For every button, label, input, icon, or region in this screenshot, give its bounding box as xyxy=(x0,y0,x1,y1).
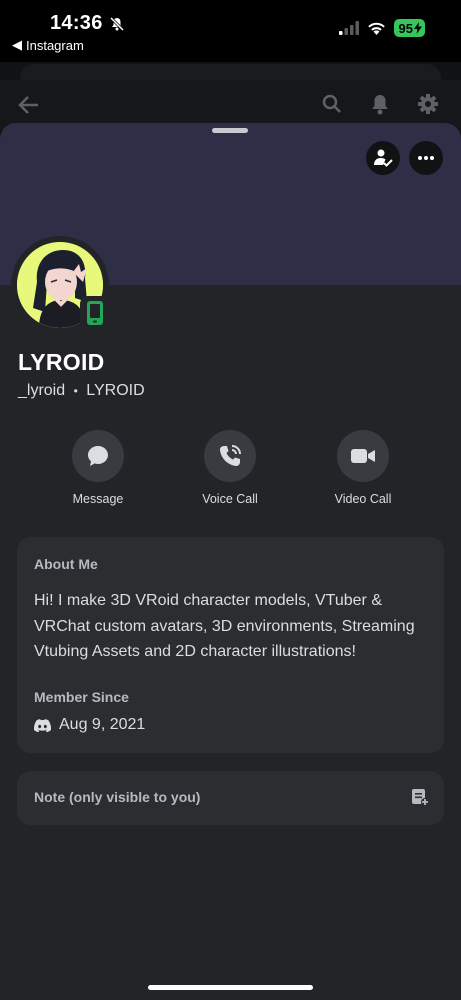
phone-icon xyxy=(220,445,241,466)
back-to-app-link[interactable]: ◀ Instagram xyxy=(12,37,84,53)
home-indicator[interactable] xyxy=(148,985,313,990)
video-call-action[interactable]: Video Call xyxy=(308,430,418,506)
avatar-container[interactable] xyxy=(11,236,110,334)
video-icon xyxy=(351,449,375,463)
more-options-button[interactable] xyxy=(409,141,443,175)
member-since-row: Aug 9, 2021 xyxy=(34,716,145,734)
voice-call-button[interactable] xyxy=(204,430,256,482)
back-arrow-icon xyxy=(18,96,38,114)
message-icon xyxy=(88,446,108,466)
friend-check-icon xyxy=(374,149,393,167)
bell-icon xyxy=(372,95,388,115)
settings-gear-icon xyxy=(418,94,438,114)
battery-indicator: 95 xyxy=(393,19,425,37)
friend-status-button[interactable] xyxy=(366,141,400,175)
back-app-label: Instagram xyxy=(26,37,84,53)
message-button[interactable] xyxy=(72,430,124,482)
profile-sheet: LYROID _lyroid • LYROID Message Voice Ca… xyxy=(0,123,461,1000)
display-name: LYROID xyxy=(18,349,105,375)
voice-call-action[interactable]: Voice Call xyxy=(175,430,285,506)
clock: 14:36 xyxy=(50,12,125,35)
mobile-phone-icon xyxy=(87,301,103,325)
about-me-title: About Me xyxy=(34,556,98,572)
username: _lyroid xyxy=(18,382,66,399)
silent-bell-icon xyxy=(109,16,124,31)
note-placeholder: Note (only visible to you) xyxy=(34,789,201,805)
cellular-signal-icon xyxy=(338,21,359,35)
discord-logo-icon xyxy=(34,718,51,732)
username-line: _lyroid • LYROID xyxy=(18,382,145,400)
message-label: Message xyxy=(72,492,124,506)
search-icon xyxy=(322,94,341,113)
charging-bolt-icon xyxy=(414,22,422,34)
more-dots-icon xyxy=(418,156,434,160)
sheet-grabber[interactable] xyxy=(212,128,248,133)
member-since-title: Member Since xyxy=(34,689,129,705)
mobile-online-status xyxy=(80,296,110,330)
wifi-icon xyxy=(367,22,385,35)
status-icons: 95 xyxy=(338,19,425,37)
profile-actions: Message Voice Call Video Call xyxy=(0,430,461,510)
member-since-date: Aug 9, 2021 xyxy=(59,716,146,733)
status-bar: 14:36 ◀ Instagram 95 xyxy=(0,0,461,62)
message-action[interactable]: Message xyxy=(43,430,153,506)
video-call-button[interactable] xyxy=(337,430,389,482)
voice-call-label: Voice Call xyxy=(202,492,258,506)
add-note-icon xyxy=(412,789,429,806)
username-separator: • xyxy=(73,384,78,398)
about-me-card: About Me Hi! I make 3D VRoid character m… xyxy=(17,537,444,753)
clock-time: 14:36 xyxy=(50,12,103,34)
back-triangle-icon: ◀ xyxy=(12,37,22,52)
about-me-text: Hi! I make 3D VRoid character models, VT… xyxy=(34,592,415,660)
video-call-label: Video Call xyxy=(334,492,392,506)
note-field[interactable]: Note (only visible to you) xyxy=(17,771,444,825)
battery-level: 95 xyxy=(398,20,413,36)
pronoun-tag: LYROID xyxy=(86,382,145,399)
